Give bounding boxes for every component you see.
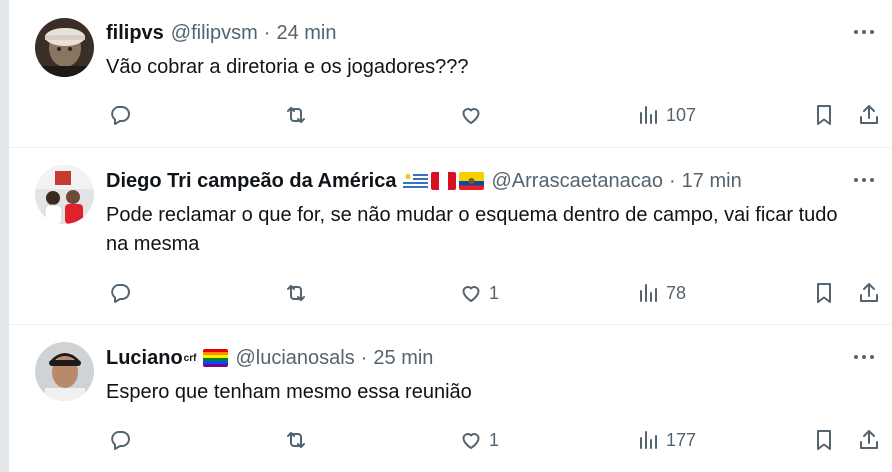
- uruguay-flag-icon: [403, 172, 429, 190]
- bookmark-icon: [817, 105, 831, 125]
- tweet[interactable]: filipvs @filipvsm · 24 min Vão cobrar a …: [9, 0, 892, 148]
- share-icon: [860, 430, 878, 449]
- tweet-header: Luciano crf @lucianosals · 25 min: [106, 345, 433, 371]
- avatar[interactable]: [35, 18, 94, 77]
- reply-icon: [111, 284, 130, 303]
- like-button[interactable]: 1: [459, 425, 499, 455]
- retweet-button[interactable]: [284, 425, 308, 455]
- ecuador-flag-icon: [459, 172, 485, 190]
- retweet-icon: [287, 107, 305, 123]
- views-chart-icon: [640, 284, 657, 302]
- tweet-text: Vão cobrar a diretoria e os jogadores???: [106, 56, 469, 78]
- like-count: 1: [489, 429, 500, 450]
- left-rail: [0, 0, 9, 472]
- view-count: 107: [666, 104, 697, 125]
- display-name[interactable]: filipvs: [106, 22, 164, 45]
- reply-icon: [111, 106, 130, 125]
- user-handle[interactable]: @filipvsm: [171, 22, 258, 45]
- heart-icon: [462, 108, 480, 124]
- tweet-actions: 1 78: [9, 278, 892, 308]
- views-button[interactable]: 78: [636, 278, 686, 308]
- separator-dot: ·: [360, 346, 368, 369]
- rainbow-flag-icon: [203, 349, 229, 367]
- heart-icon: [462, 286, 480, 302]
- share-button[interactable]: [857, 100, 881, 130]
- user-handle[interactable]: @lucianosals: [235, 347, 354, 370]
- more-dots-icon[interactable]: [850, 22, 878, 42]
- views-button[interactable]: 107: [636, 100, 696, 130]
- bookmark-icon: [817, 283, 831, 303]
- bookmark-button[interactable]: [812, 278, 836, 308]
- tweet-header: Diego Tri campeão da América @Arrascaeta…: [106, 168, 742, 194]
- view-count: 177: [666, 429, 697, 450]
- name-superscript: crf: [183, 352, 197, 364]
- timestamp[interactable]: 24 min: [276, 22, 336, 45]
- user-handle[interactable]: @Arrascaetanacao: [491, 170, 663, 193]
- share-button[interactable]: [857, 278, 881, 308]
- like-button[interactable]: [459, 100, 489, 130]
- like-count: 1: [489, 282, 500, 303]
- views-chart-icon: [640, 431, 657, 449]
- bookmark-icon: [817, 430, 831, 450]
- tweet-text: Espero que tenham mesmo essa reunião: [106, 381, 472, 403]
- views-chart-icon: [640, 106, 657, 124]
- timestamp[interactable]: 25 min: [373, 347, 433, 370]
- avatar[interactable]: [35, 342, 94, 401]
- timestamp[interactable]: 17 min: [682, 170, 742, 193]
- views-button[interactable]: 177: [636, 425, 696, 455]
- tweet-actions: 1 177: [9, 425, 892, 455]
- share-icon: [860, 283, 878, 302]
- tweet[interactable]: Diego Tri campeão da América @Arrascaeta…: [9, 148, 892, 325]
- tweet-text: Pode reclamar o que for, se não mudar o …: [106, 204, 838, 255]
- share-button[interactable]: [857, 425, 881, 455]
- reply-button[interactable]: [108, 100, 132, 130]
- share-icon: [860, 105, 878, 124]
- name-flags: [403, 172, 485, 190]
- reply-icon: [111, 431, 130, 450]
- retweet-button[interactable]: [284, 100, 308, 130]
- avatar[interactable]: [35, 165, 94, 224]
- bookmark-button[interactable]: [812, 425, 836, 455]
- like-button[interactable]: 1: [459, 278, 499, 308]
- separator-dot: ·: [263, 21, 271, 44]
- reply-button[interactable]: [108, 425, 132, 455]
- more-dots-icon[interactable]: [850, 170, 878, 190]
- tweet-header: filipvs @filipvsm · 24 min: [106, 20, 336, 46]
- display-name[interactable]: Luciano: [106, 347, 183, 370]
- tweet-actions: 107: [9, 100, 892, 130]
- retweet-icon: [287, 432, 305, 448]
- tweet[interactable]: Luciano crf @lucianosals · 25 min Espero …: [9, 325, 892, 472]
- retweet-button[interactable]: [284, 278, 308, 308]
- heart-icon: [462, 433, 480, 449]
- display-name[interactable]: Diego Tri campeão da América: [106, 170, 396, 193]
- separator-dot: ·: [669, 169, 676, 192]
- bookmark-button[interactable]: [812, 100, 836, 130]
- more-dots-icon[interactable]: [850, 347, 878, 367]
- reply-button[interactable]: [108, 278, 132, 308]
- view-count: 78: [666, 282, 687, 303]
- retweet-icon: [287, 285, 305, 301]
- name-flags: [203, 349, 229, 367]
- peru-flag-icon: [431, 172, 457, 190]
